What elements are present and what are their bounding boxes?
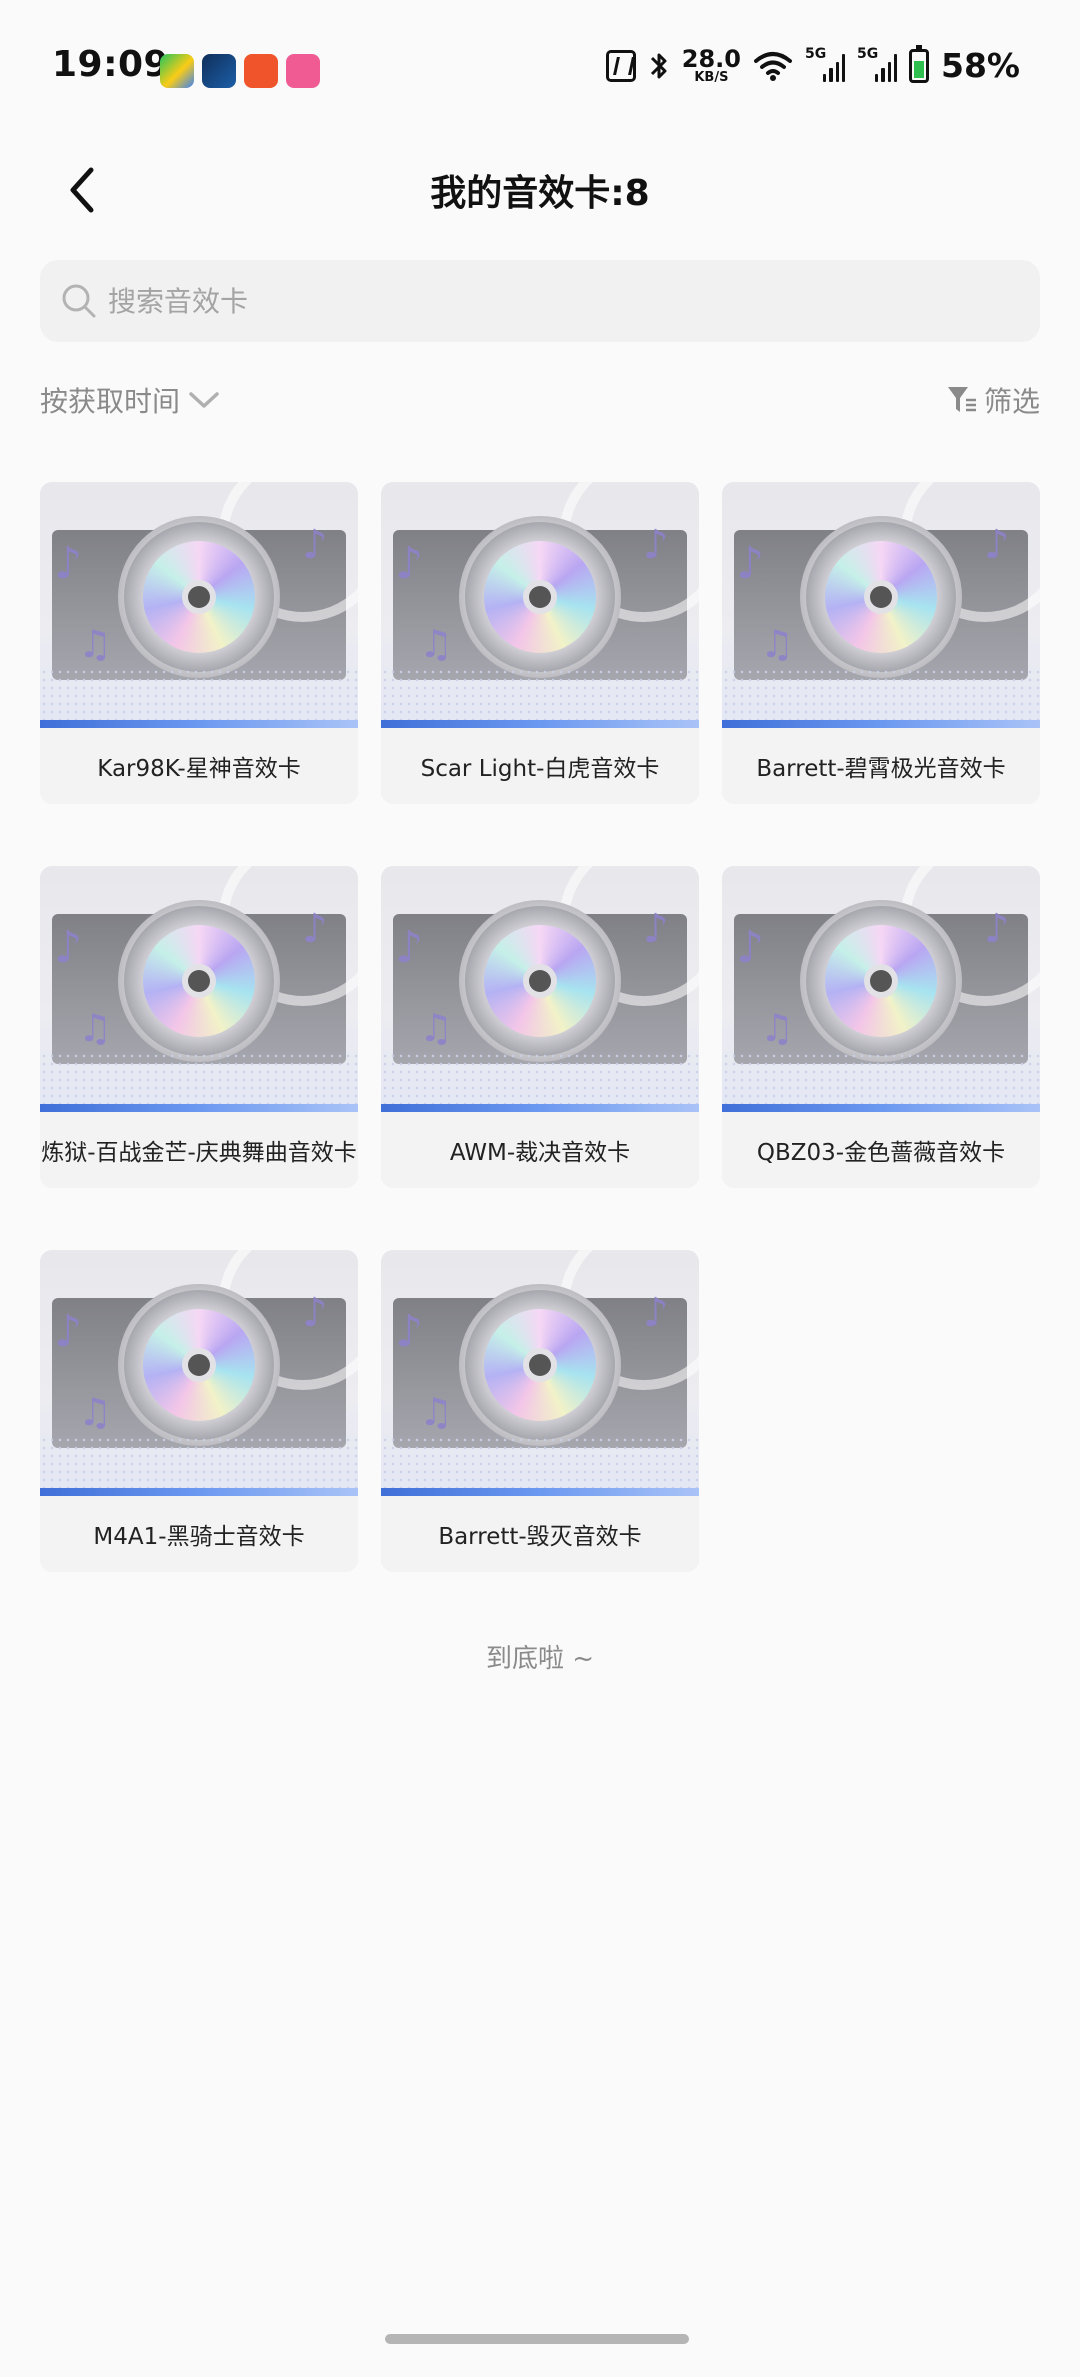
sound-card-label: Kar98K-星神音效卡 xyxy=(97,756,301,782)
sound-card-image: ♪ ♫ ♪ xyxy=(40,482,358,728)
pink-app-icon xyxy=(286,54,320,88)
sound-card-label: M4A1-黑骑士音效卡 xyxy=(93,1524,305,1550)
music-note-icon: ♪ xyxy=(984,522,1010,568)
music-note-icon: ♫ xyxy=(78,622,113,666)
music-note-icon: ♫ xyxy=(760,622,795,666)
chevron-down-icon xyxy=(189,392,219,408)
filter-label: 筛选 xyxy=(983,385,1040,418)
sort-filter-row: 按获取时间 筛选 xyxy=(40,380,1040,430)
music-note-icon: ♪ xyxy=(302,906,328,952)
music-note-icon: ♪ xyxy=(643,522,669,568)
filter-button[interactable]: 筛选 xyxy=(946,380,1040,420)
game-app-icon xyxy=(202,54,236,88)
music-note-icon: ♫ xyxy=(78,1390,113,1434)
network-speed: 28.0 KB/S xyxy=(682,47,741,84)
sound-card[interactable]: ♪ ♫ ♪ Scar Light-白虎音效卡 xyxy=(381,482,699,804)
sort-dropdown[interactable]: 按获取时间 xyxy=(40,380,220,420)
cellular-signal-1: 5G xyxy=(805,46,845,82)
music-note-icon: ♪ xyxy=(54,922,83,973)
status-time: 19:09 xyxy=(52,44,170,85)
music-note-icon: ♪ xyxy=(643,1290,669,1336)
filter-icon xyxy=(947,387,976,412)
status-indicators: 28.0 KB/S 5G 5G 58% xyxy=(605,44,1020,85)
sound-card-image: ♪ ♫ ♪ xyxy=(40,1250,358,1496)
sound-card[interactable]: ♪ ♫ ♪ 炼狱-百战金芒-庆典舞曲音效卡 xyxy=(40,866,358,1188)
sound-card[interactable]: ♪ ♫ ♪ Kar98K-星神音效卡 xyxy=(40,482,358,804)
music-note-icon: ♫ xyxy=(419,1006,454,1050)
wifi-icon xyxy=(754,51,792,81)
music-note-icon: ♫ xyxy=(419,1390,454,1434)
end-of-list-text: 到底啦 ~ xyxy=(485,1644,595,1674)
music-note-icon: ♪ xyxy=(302,522,328,568)
music-note-icon: ♪ xyxy=(302,1290,328,1336)
header: 我的音效卡:8 xyxy=(0,150,1080,230)
network-type-label: 5G xyxy=(805,45,827,62)
nfc-icon xyxy=(605,49,636,82)
sound-card-label: 炼狱-百战金芒-庆典舞曲音效卡 xyxy=(41,1140,357,1166)
sound-card-image: ♪ ♫ ♪ xyxy=(381,482,699,728)
sound-card-label: QBZ03-金色蔷薇音效卡 xyxy=(756,1140,1006,1166)
video-app-icon xyxy=(160,54,194,88)
music-note-icon: ♪ xyxy=(395,922,424,973)
music-note-icon: ♪ xyxy=(736,922,765,973)
sound-card-image: ♪ ♫ ♪ xyxy=(722,482,1040,728)
music-note-icon: ♪ xyxy=(643,906,669,952)
network-speed-unit: KB/S xyxy=(694,70,729,85)
sound-card[interactable]: ♪ ♫ ♪ Barrett-碧霄极光音效卡 xyxy=(722,482,1040,804)
sound-card-image: ♪ ♫ ♪ xyxy=(381,1250,699,1496)
music-note-icon: ♪ xyxy=(736,538,765,589)
sound-card-label: Scar Light-白虎音效卡 xyxy=(420,756,660,782)
music-note-icon: ♫ xyxy=(419,622,454,666)
sound-card-label: AWM-裁决音效卡 xyxy=(449,1140,631,1166)
sort-label: 按获取时间 xyxy=(40,385,181,418)
notification-app-icons xyxy=(160,54,320,88)
status-bar: 19:09 28.0 KB/S 5G 5G 58% xyxy=(0,0,1080,140)
music-note-icon: ♪ xyxy=(54,538,83,589)
search-input[interactable] xyxy=(108,284,988,318)
cellular-signal-2: 5G xyxy=(857,46,897,82)
network-type-label: 5G xyxy=(857,45,879,62)
bluetooth-icon xyxy=(650,53,667,78)
sound-card-image: ♪ ♫ ♪ xyxy=(40,866,358,1112)
sound-card-label: Barrett-碧霄极光音效卡 xyxy=(756,756,1006,782)
sound-card[interactable]: ♪ ♫ ♪ M4A1-黑骑士音效卡 xyxy=(40,1250,358,1572)
page: 19:09 28.0 KB/S 5G 5G 58% 我的音效卡:8 搜索音效卡 … xyxy=(0,0,1080,2377)
music-note-icon: ♪ xyxy=(395,538,424,589)
sound-card-image: ♪ ♫ ♪ xyxy=(722,866,1040,1112)
sound-card[interactable]: ♪ ♫ ♪ AWM-裁决音效卡 xyxy=(381,866,699,1188)
kuaishou-app-icon xyxy=(244,54,278,88)
music-note-icon: ♫ xyxy=(78,1006,113,1050)
sound-card-grid: ♪ ♫ ♪ Kar98K-星神音效卡 ♪ ♫ ♪ Scar Light-白虎音效… xyxy=(40,482,1040,1572)
sound-card-image: ♪ ♫ ♪ xyxy=(381,866,699,1112)
search-bar[interactable] xyxy=(40,260,1040,342)
sound-card-label: Barrett-毁灭音效卡 xyxy=(438,1524,642,1550)
battery-percent: 58% xyxy=(941,46,1020,85)
page-title: 我的音效卡:8 xyxy=(430,173,650,214)
battery-icon xyxy=(909,44,929,83)
sound-card[interactable]: ♪ ♫ ♪ Barrett-毁灭音效卡 xyxy=(381,1250,699,1572)
music-note-icon: ♫ xyxy=(760,1006,795,1050)
music-note-icon: ♪ xyxy=(54,1306,83,1357)
network-speed-value: 28.0 xyxy=(681,45,741,73)
music-note-icon: ♪ xyxy=(395,1306,424,1357)
music-note-icon: ♪ xyxy=(984,906,1010,952)
sound-card[interactable]: ♪ ♫ ♪ QBZ03-金色蔷薇音效卡 xyxy=(722,866,1040,1188)
search-icon xyxy=(62,284,96,318)
battery-fill xyxy=(914,61,924,78)
home-indicator[interactable] xyxy=(385,2334,689,2344)
